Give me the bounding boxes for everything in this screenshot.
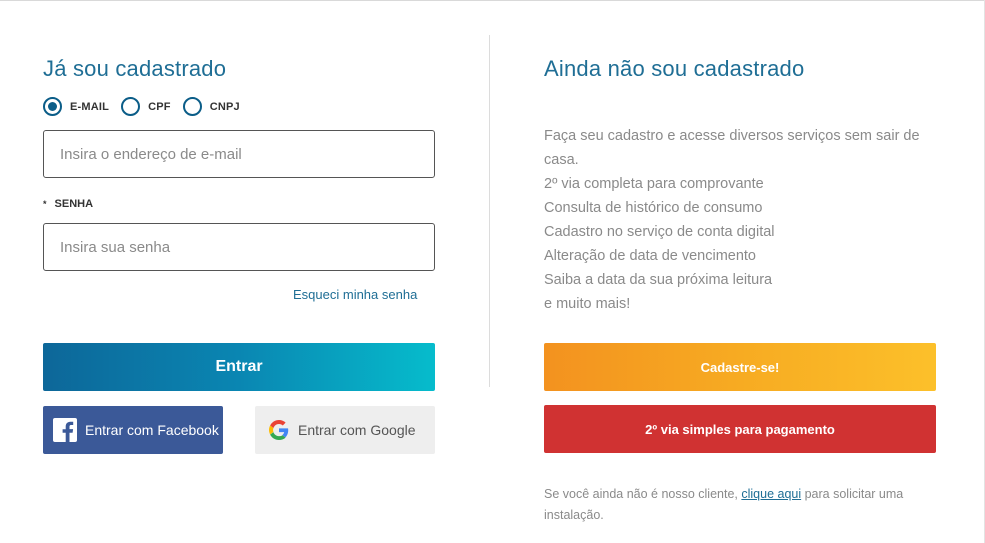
password-label: * SENHA [43, 198, 93, 210]
benefit-line: Saiba a data da sua próxima leitura [544, 272, 773, 288]
radio-cpf-circle[interactable] [121, 97, 141, 116]
radio-cnpj-label: CNPJ [209, 100, 240, 113]
column-divider [489, 35, 490, 387]
benefit-line: Faça seu cadastro e acesse diversos serv… [544, 128, 920, 168]
facebook-login-button[interactable]: Entrar com Facebook [43, 406, 223, 454]
login-type-radio-group: E-MAIL CPF CNPJ [43, 97, 252, 116]
top-border [0, 0, 985, 3]
benefit-line: Cadastro no serviço de conta digital [544, 224, 775, 240]
google-login-button[interactable]: Entrar com Google [255, 406, 435, 454]
benefit-line: Alteração de data de vencimento [544, 248, 756, 264]
register-benefits: Faça seu cadastro e acesse diversos serv… [544, 124, 954, 316]
radio-cnpj[interactable]: CNPJ [182, 97, 240, 116]
click-here-link[interactable]: clique aqui [741, 487, 801, 501]
benefit-line: e muito mais! [544, 296, 631, 312]
radio-cnpj-circle[interactable] [182, 97, 202, 116]
google-login-label: Entrar com Google [298, 422, 416, 438]
register-button[interactable]: Cadastre-se! [544, 343, 936, 391]
benefit-line: Consulta de histórico de consumo [544, 200, 763, 216]
facebook-login-label: Entrar com Facebook [85, 422, 219, 438]
password-label-text: SENHA [54, 198, 94, 210]
email-field[interactable] [43, 130, 435, 178]
google-icon [269, 420, 289, 440]
radio-email-label: E-MAIL [70, 100, 110, 113]
installation-note: Se você ainda não é nosso cliente, cliqu… [544, 484, 944, 526]
register-section-title: Ainda não sou cadastrado [544, 56, 805, 81]
radio-cpf[interactable]: CPF [121, 97, 171, 116]
login-section-title: Já sou cadastrado [43, 56, 227, 81]
radio-email[interactable]: E-MAIL [43, 97, 109, 116]
login-button[interactable]: Entrar [43, 343, 435, 391]
second-copy-button[interactable]: 2º via simples para pagamento [544, 405, 936, 453]
installation-note-before: Se você ainda não é nosso cliente, [544, 487, 742, 501]
radio-cpf-label: CPF [148, 100, 171, 113]
password-field[interactable] [43, 223, 435, 271]
radio-email-circle[interactable] [43, 97, 62, 116]
benefit-line: 2º via completa para comprovante [544, 176, 764, 192]
forgot-password-link[interactable]: Esqueci minha senha [293, 287, 417, 302]
facebook-icon [53, 418, 77, 442]
required-mark: * [43, 199, 47, 209]
